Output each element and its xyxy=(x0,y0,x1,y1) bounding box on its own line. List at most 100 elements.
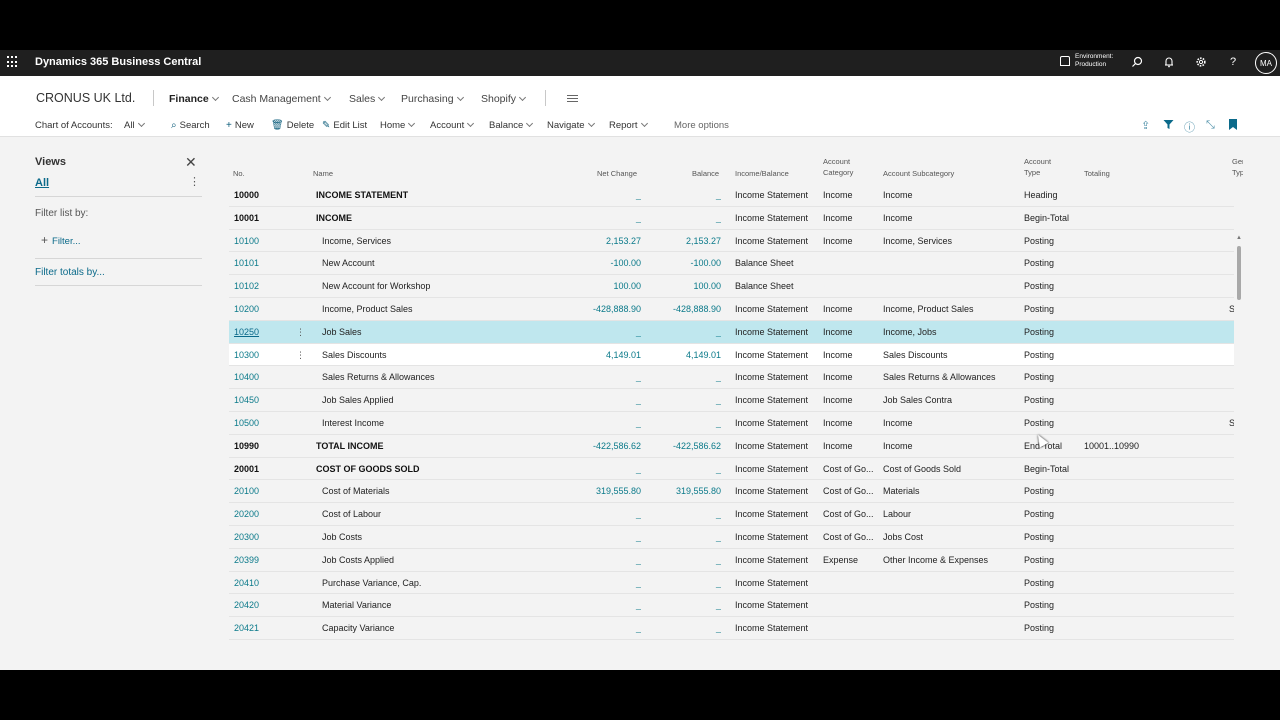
account-no-cell[interactable]: 20410 xyxy=(234,578,294,588)
balance-cell[interactable]: _ xyxy=(644,532,721,542)
table-row[interactable]: 20399 Job Costs Applied _ _ Income Statement… xyxy=(229,548,1234,572)
account-no-cell[interactable]: 10101 xyxy=(234,258,294,268)
table-row[interactable]: 20100 Cost of Materials 319,555.80 319,555.… xyxy=(229,480,1234,504)
row-actions-icon[interactable]: ⋮ xyxy=(296,327,305,338)
table-row[interactable]: 10102 New Account for Workshop 100.00 100.0… xyxy=(229,275,1234,298)
table-row[interactable]: 10500 Interest Income _ _ Income Statement In… xyxy=(229,411,1234,435)
view-more-icon[interactable]: ⋮ xyxy=(189,175,200,188)
share-icon[interactable]: ⇪ xyxy=(1141,119,1150,132)
nav-item-shopify[interactable]: Shopify xyxy=(481,93,527,105)
net-change-cell[interactable]: _ xyxy=(559,509,641,519)
net-change-cell[interactable]: _ xyxy=(559,418,641,428)
nav-item-finance[interactable]: Finance xyxy=(169,93,219,105)
balance-cell[interactable]: _ xyxy=(644,327,721,337)
balance-menu[interactable]: Balance xyxy=(489,119,534,131)
balance-cell[interactable]: _ xyxy=(644,395,721,405)
account-no-cell[interactable]: 10102 xyxy=(234,281,294,291)
bookmark-icon[interactable] xyxy=(1229,119,1237,133)
table-row[interactable]: 10400 Sales Returns & Allowances _ _ Income … xyxy=(229,366,1234,390)
table-row[interactable]: 20420 Material Variance _ _ Income Statement… xyxy=(229,594,1234,618)
app-title[interactable]: Dynamics 365 Business Central xyxy=(35,56,201,68)
column-header-no[interactable]: No. xyxy=(233,169,245,178)
net-change-cell[interactable]: 2,153.27 xyxy=(559,236,641,246)
column-header-gen-type[interactable]: Gen Typ xyxy=(1232,157,1243,177)
info-icon[interactable]: ⓘ xyxy=(1184,119,1195,135)
net-change-cell[interactable]: _ xyxy=(559,372,641,382)
account-no-cell[interactable]: 20421 xyxy=(234,623,294,633)
account-no-cell[interactable]: 20420 xyxy=(234,600,294,610)
table-row[interactable]: 10200 Income, Product Sales -428,888.90 -42… xyxy=(229,297,1234,321)
column-header-totaling[interactable]: Totaling xyxy=(1084,169,1110,178)
gear-icon[interactable] xyxy=(1194,55,1208,69)
balance-cell[interactable]: _ xyxy=(644,600,721,610)
account-no-cell[interactable]: 10250 xyxy=(234,327,294,337)
column-header-account-category[interactable]: Account Category xyxy=(823,157,853,177)
view-all-link[interactable]: All xyxy=(35,177,49,189)
filter-icon[interactable] xyxy=(1163,119,1174,133)
column-header-balance[interactable]: Balance xyxy=(692,169,719,178)
navigate-menu[interactable]: Navigate xyxy=(547,119,595,131)
account-no-cell[interactable]: 10300 xyxy=(234,350,294,360)
balance-cell[interactable]: _ xyxy=(644,418,721,428)
account-no-cell[interactable]: 20300 xyxy=(234,532,294,542)
balance-cell[interactable]: _ xyxy=(644,509,721,519)
column-header-income-balance[interactable]: Income/Balance xyxy=(735,169,789,178)
net-change-cell[interactable]: -428,888.90 xyxy=(559,304,641,314)
net-change-cell[interactable]: _ xyxy=(559,190,641,200)
net-change-cell[interactable]: _ xyxy=(559,213,641,223)
bell-icon[interactable] xyxy=(1162,55,1176,69)
column-header-net-change[interactable]: Net Change xyxy=(597,169,637,178)
table-row[interactable]: 10101 New Account -100.00 -100.00 Balance Sh… xyxy=(229,252,1234,276)
table-row[interactable]: 10300 Sales Discounts 4,149.01 4,149.01 Inco… xyxy=(229,343,1234,367)
net-change-cell[interactable]: -422,586.62 xyxy=(559,441,641,451)
balance-cell[interactable]: 319,555.80 xyxy=(644,486,721,496)
account-no-cell[interactable]: 10450 xyxy=(234,395,294,405)
account-menu[interactable]: Account xyxy=(430,119,475,131)
account-no-cell[interactable]: 20001 xyxy=(234,464,294,474)
more-options-button[interactable]: More options xyxy=(674,120,729,131)
column-header-name[interactable]: Name xyxy=(313,169,333,178)
filter-totals-link[interactable]: Filter totals by... xyxy=(35,267,105,278)
net-change-cell[interactable]: _ xyxy=(559,578,641,588)
scroll-up-icon[interactable]: ▲ xyxy=(1236,235,1242,241)
search-button[interactable]: ⌕ Search xyxy=(171,120,210,131)
net-change-cell[interactable]: -100.00 xyxy=(559,258,641,268)
environment-indicator[interactable]: Environment: Production xyxy=(1060,53,1113,69)
balance-cell[interactable]: -422,586.62 xyxy=(644,441,721,451)
account-no-cell[interactable]: 10000 xyxy=(234,190,294,200)
report-menu[interactable]: Report xyxy=(609,119,648,131)
account-no-cell[interactable]: 10400 xyxy=(234,372,294,382)
balance-cell[interactable]: -428,888.90 xyxy=(644,304,721,314)
account-no-cell[interactable]: 10200 xyxy=(234,304,294,314)
nav-item-purchasing[interactable]: Purchasing xyxy=(401,93,464,105)
nav-item-sales[interactable]: Sales xyxy=(349,93,386,105)
delete-button[interactable]: 🗑 Delete xyxy=(271,120,314,131)
net-change-cell[interactable]: _ xyxy=(559,327,641,337)
column-header-account-type[interactable]: Account Type xyxy=(1024,157,1051,177)
add-filter-button[interactable]: + Filter... xyxy=(41,233,81,247)
hamburger-menu-icon[interactable] xyxy=(567,95,578,104)
account-no-cell[interactable]: 10001 xyxy=(234,213,294,223)
net-change-cell[interactable]: 4,149.01 xyxy=(559,350,641,360)
table-row[interactable]: 10250 Job Sales _ _ Income Statement Income In… xyxy=(229,320,1234,344)
table-row[interactable]: 20001 COST OF GOODS SOLD _ _ Income Statemen… xyxy=(229,457,1234,481)
row-actions-icon[interactable]: ⋮ xyxy=(296,350,305,361)
table-row[interactable]: 10000 INCOME STATEMENT _ _ Income Statement I… xyxy=(229,184,1234,207)
close-icon[interactable]: ✕ xyxy=(185,154,197,171)
account-no-cell[interactable]: 10500 xyxy=(234,418,294,428)
net-change-cell[interactable]: _ xyxy=(559,464,641,474)
table-row[interactable]: 20200 Cost of Labour _ _ Income Statement Cos… xyxy=(229,503,1234,526)
balance-cell[interactable]: 2,153.27 xyxy=(644,236,721,246)
nav-item-cash-management[interactable]: Cash Management xyxy=(232,93,331,105)
net-change-cell[interactable]: 100.00 xyxy=(559,281,641,291)
search-icon[interactable] xyxy=(1130,55,1144,69)
balance-cell[interactable]: _ xyxy=(644,190,721,200)
account-no-cell[interactable]: 20100 xyxy=(234,486,294,496)
table-row[interactable]: 10450 Job Sales Applied _ _ Income Statement… xyxy=(229,389,1234,412)
balance-cell[interactable]: 4,149.01 xyxy=(644,350,721,360)
balance-cell[interactable]: -100.00 xyxy=(644,258,721,268)
balance-cell[interactable]: _ xyxy=(644,213,721,223)
app-launcher-icon[interactable] xyxy=(7,56,19,68)
account-no-cell[interactable]: 10100 xyxy=(234,236,294,246)
account-no-cell[interactable]: 20200 xyxy=(234,509,294,519)
